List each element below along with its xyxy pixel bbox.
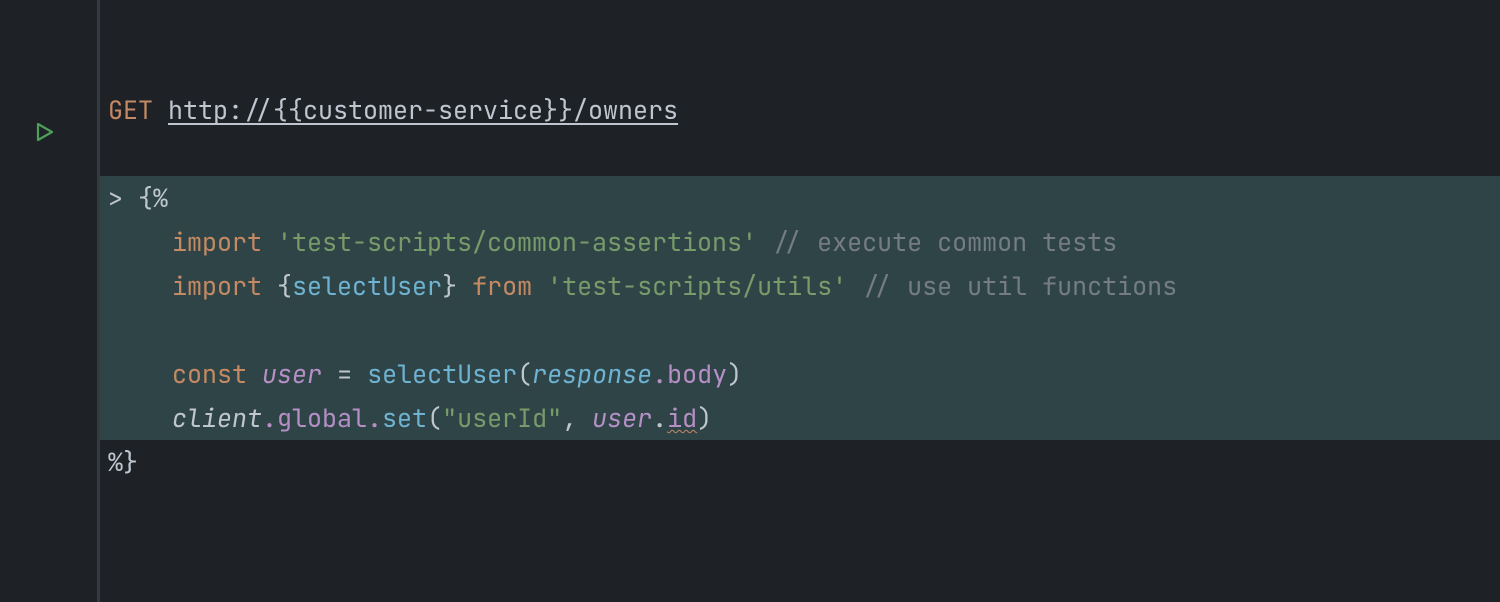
- warning-underline: id: [667, 401, 697, 435]
- http-method: GET: [108, 93, 153, 127]
- code-area[interactable]: GET http://{{customer-service}}/owners >…: [100, 0, 1500, 602]
- script-close-tag[interactable]: %}: [100, 440, 1500, 484]
- client-set-line[interactable]: client.global.set("userId", user.id): [100, 396, 1500, 440]
- import-line-1[interactable]: import 'test-scripts/common-assertions' …: [100, 220, 1500, 264]
- request-url[interactable]: http://{{customer-service}}/owners: [168, 93, 678, 127]
- editor-gutter: [0, 0, 100, 602]
- script-open-tag[interactable]: > {%: [100, 176, 1500, 220]
- blank-line: [100, 0, 1500, 44]
- run-request-icon[interactable]: [35, 122, 55, 142]
- blank-line: [100, 308, 1500, 352]
- import-line-2[interactable]: import {selectUser} from 'test-scripts/u…: [100, 264, 1500, 308]
- request-line[interactable]: GET http://{{customer-service}}/owners: [100, 88, 1500, 132]
- blank-line: [100, 44, 1500, 88]
- const-line[interactable]: const user = selectUser(response.body): [100, 352, 1500, 396]
- blank-line: [100, 132, 1500, 176]
- code-editor: GET http://{{customer-service}}/owners >…: [0, 0, 1500, 602]
